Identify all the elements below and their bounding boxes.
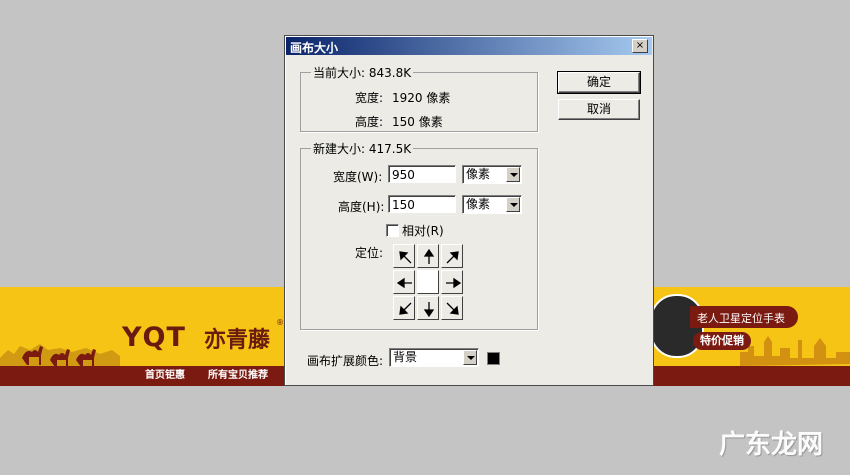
promo-sale-button[interactable]: 特价促销	[693, 332, 751, 350]
brand-logo: YQT	[122, 322, 186, 353]
height-unit-value: 像素	[466, 197, 491, 211]
current-size-legend: 当前大小: 843.8K	[313, 66, 412, 80]
width-input[interactable]: 950	[388, 165, 456, 183]
anchor-left[interactable]	[393, 270, 415, 294]
camel-caravan-graphic	[0, 344, 120, 367]
arrow-top-left-icon	[399, 251, 412, 264]
site-watermark: 广东龙网	[719, 430, 824, 460]
brand-name: 亦青藤	[204, 328, 271, 353]
anchor-top-right[interactable]	[441, 244, 463, 268]
chevron-down-icon[interactable]	[463, 350, 477, 365]
arrow-up-icon	[423, 248, 435, 264]
dialog-title: 画布大小	[290, 41, 339, 55]
anchor-bottom-right[interactable]	[441, 296, 463, 320]
anchor-bottom[interactable]	[417, 296, 439, 320]
width-unit-value: 像素	[466, 167, 491, 181]
nav-link-home-deals[interactable]: 首页钜惠	[145, 366, 185, 386]
current-height-value: 150 像素	[392, 115, 443, 129]
new-height-label: 高度(H):	[338, 200, 385, 214]
promo-title: 老人卫星定位手表	[697, 312, 785, 325]
height-unit-select[interactable]: 像素	[462, 195, 522, 214]
canvas-size-dialog: 画布大小 × 当前大小: 843.8K 宽度: 1920 像素 高度: 150 …	[284, 35, 654, 386]
anchor-center[interactable]	[417, 270, 439, 294]
cancel-button[interactable]: 取消	[558, 99, 640, 120]
extension-color-label: 画布扩展颜色:	[307, 354, 384, 368]
anchor-right[interactable]	[441, 270, 463, 294]
relative-checkbox[interactable]	[386, 224, 399, 237]
extension-color-value: 背景	[393, 350, 418, 364]
current-width-label: 宽度:	[355, 91, 384, 105]
height-input[interactable]: 150	[388, 195, 456, 213]
anchor-bottom-left[interactable]	[393, 296, 415, 320]
current-width-value: 1920 像素	[392, 91, 451, 105]
current-height-label: 高度:	[355, 115, 384, 129]
close-icon[interactable]: ×	[632, 39, 648, 53]
arrow-left-icon	[396, 277, 412, 289]
extension-color-select[interactable]: 背景	[389, 348, 479, 367]
city-skyline-graphic	[740, 336, 850, 366]
arrow-bottom-left-icon	[399, 302, 412, 315]
anchor-grid	[393, 244, 465, 320]
arrow-down-icon	[423, 302, 435, 318]
arrow-bottom-right-icon	[446, 302, 459, 315]
ok-button[interactable]: 确定	[557, 71, 641, 94]
arrow-top-right-icon	[446, 251, 459, 264]
dialog-titlebar[interactable]: 画布大小 ×	[286, 37, 652, 55]
chevron-down-icon[interactable]	[506, 167, 520, 182]
relative-label[interactable]: 相对(R)	[402, 222, 444, 239]
new-width-label: 宽度(W):	[333, 170, 383, 184]
arrow-right-icon	[446, 277, 462, 289]
extension-color-swatch[interactable]	[487, 352, 500, 365]
width-unit-select[interactable]: 像素	[462, 165, 522, 184]
new-size-legend: 新建大小: 417.5K	[313, 142, 412, 156]
anchor-top[interactable]	[417, 244, 439, 268]
anchor-top-left[interactable]	[393, 244, 415, 268]
registered-mark: ®	[276, 318, 284, 327]
nav-link-all-products[interactable]: 所有宝贝推荐	[208, 366, 268, 386]
chevron-down-icon[interactable]	[506, 197, 520, 212]
anchor-label: 定位:	[355, 246, 384, 260]
